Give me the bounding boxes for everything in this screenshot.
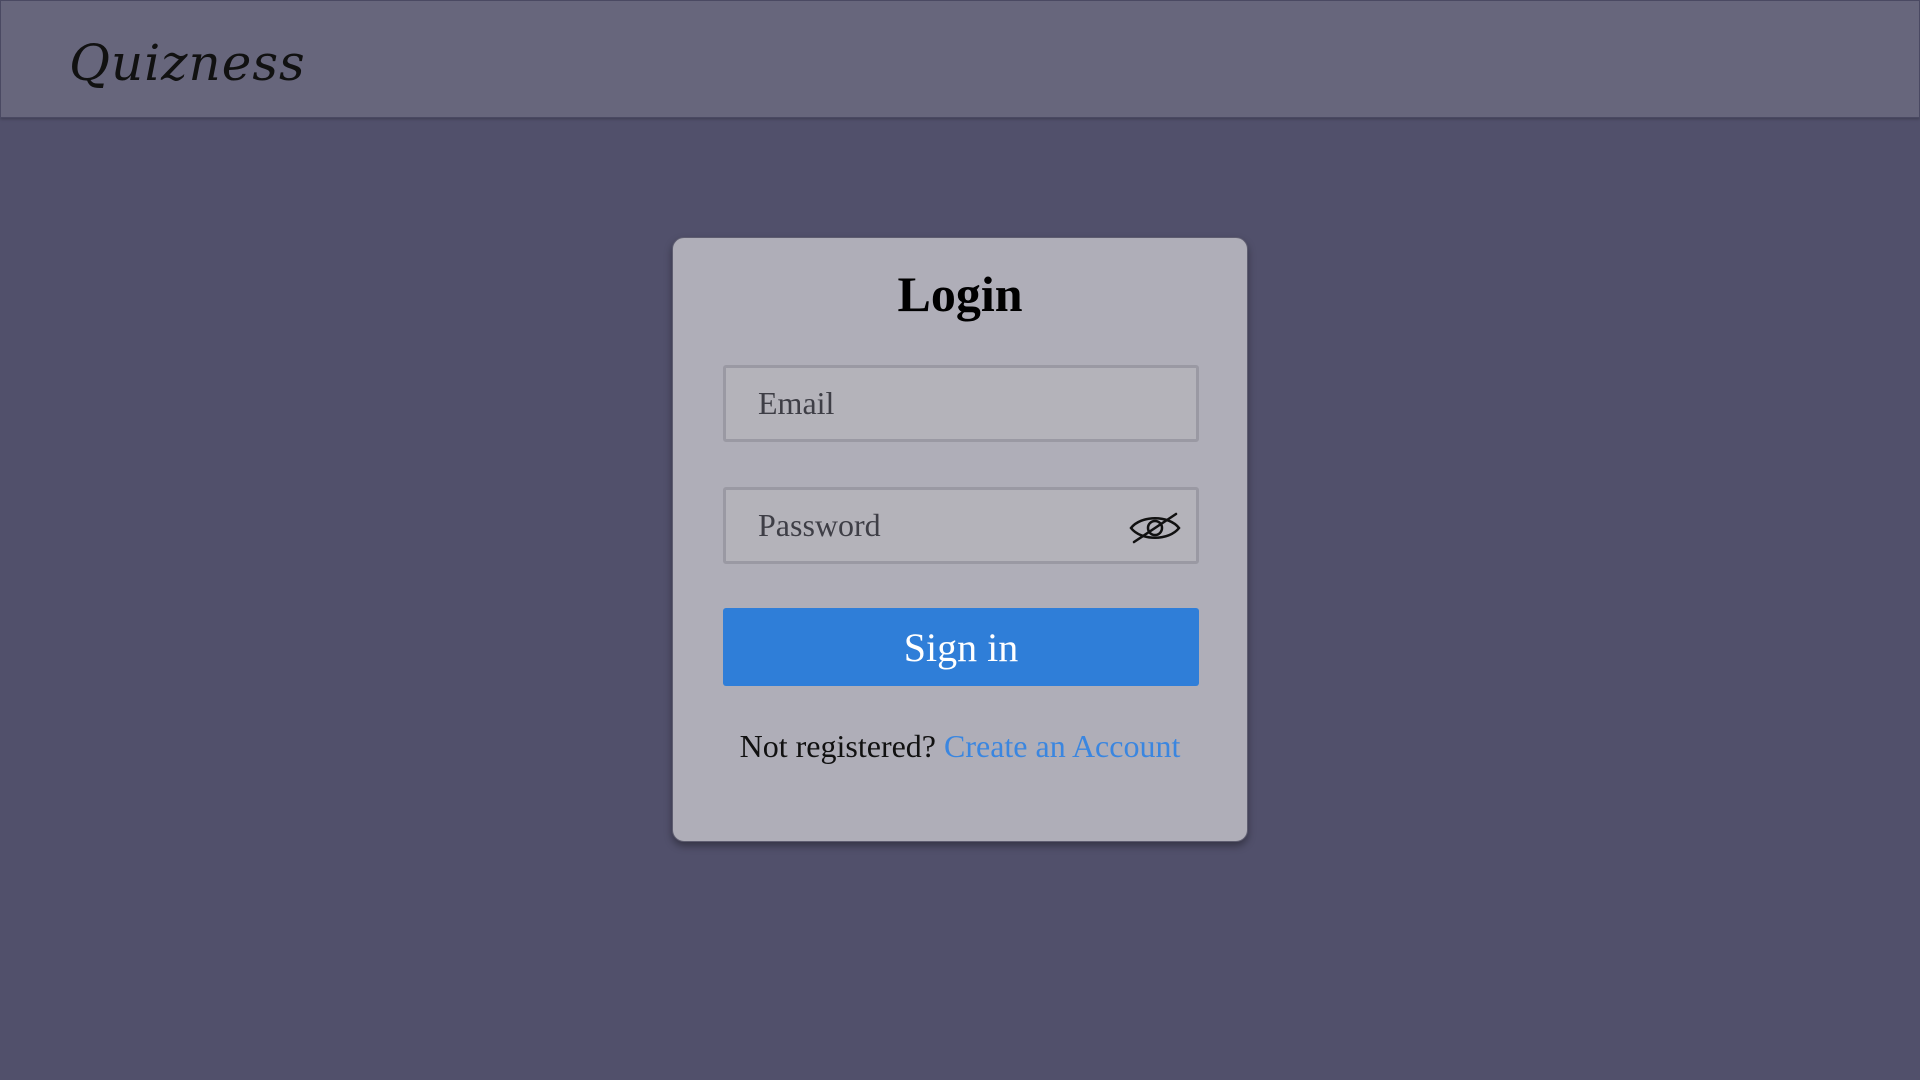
password-field-container [723,487,1199,564]
register-prompt-line: Not registered? Create an Account [673,726,1247,766]
sign-in-button[interactable]: Sign in [723,608,1199,686]
email-field-container [723,365,1199,442]
register-prompt-text: Not registered? [739,728,936,764]
password-input[interactable] [726,490,1196,561]
eye-slash-icon[interactable] [1128,510,1182,546]
top-navbar: Quizness [0,0,1920,118]
brand-logo[interactable]: Quizness [69,33,306,93]
login-card: Login Sign in Not registered? Create an … [672,237,1248,842]
create-account-link[interactable]: Create an Account [944,728,1180,764]
login-title: Login [897,266,1023,322]
email-input[interactable] [726,368,1196,439]
